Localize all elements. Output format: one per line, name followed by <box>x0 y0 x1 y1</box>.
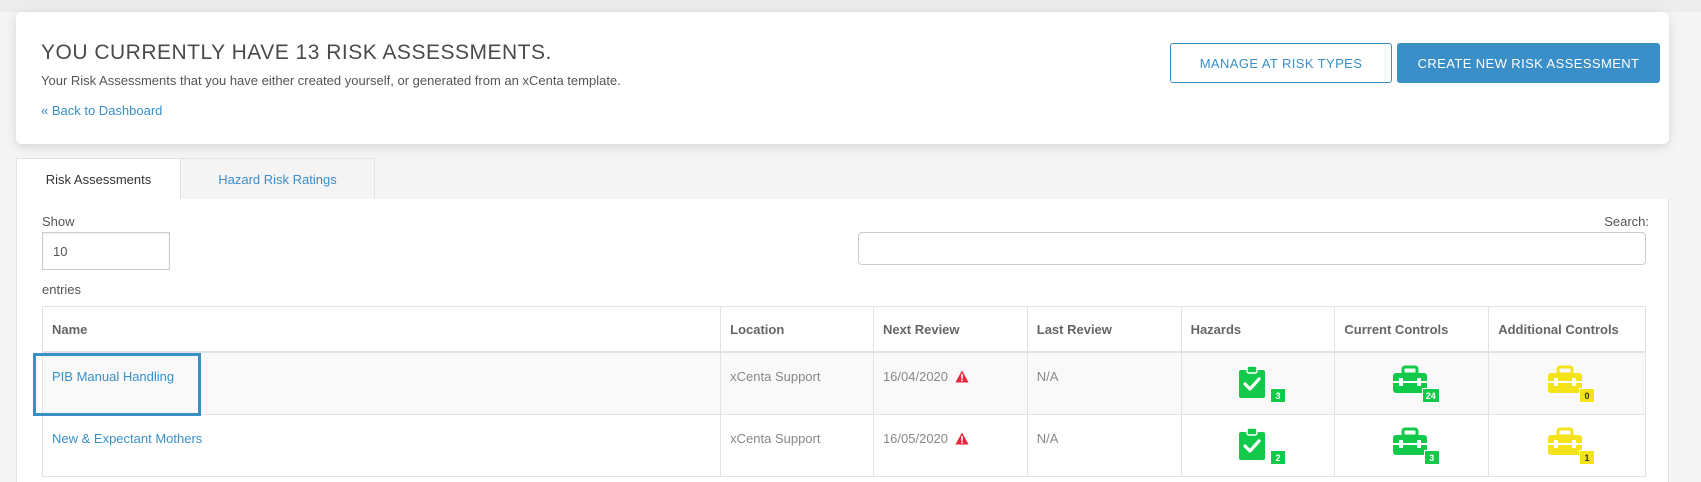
risk-assessment-link[interactable]: PIB Manual Handling <box>52 369 174 384</box>
table-row: New & Expectant Mothers xCenta Support 1… <box>43 415 1645 477</box>
show-label: Show <box>42 214 75 229</box>
additional-controls-indicator[interactable]: 1 <box>1539 427 1596 467</box>
toolbox-icon <box>1548 365 1583 393</box>
name-cell: PIB Manual Handling <box>43 353 722 414</box>
clipboard-check-icon <box>1238 427 1265 460</box>
risk-assessment-link[interactable]: New & Expectant Mothers <box>52 431 202 446</box>
additional-controls-cell: 1 <box>1489 415 1645 476</box>
warning-triangle-icon <box>955 432 969 448</box>
column-header-additional-controls[interactable]: Additional Controls <box>1489 307 1645 351</box>
current-controls-indicator[interactable]: 24 <box>1384 365 1440 405</box>
column-header-name[interactable]: Name <box>43 307 722 351</box>
next-review-cell: 16/05/2020 <box>874 415 1028 476</box>
header-card: YOU CURRENTLY HAVE 13 RISK ASSESSMENTS. … <box>16 12 1669 144</box>
manage-at-risk-types-button[interactable]: MANAGE AT RISK TYPES <box>1170 43 1392 83</box>
tab-risk-assessments[interactable]: Risk Assessments <box>16 158 181 200</box>
hazards-indicator[interactable]: 3 <box>1230 365 1286 405</box>
create-risk-assessment-button[interactable]: CREATE NEW RISK ASSESSMENT <box>1397 43 1660 83</box>
warning-triangle-icon <box>955 370 969 386</box>
risk-assessments-table: Name Location Next Review Last Review Ha… <box>42 306 1646 477</box>
location-cell: xCenta Support <box>721 415 874 476</box>
next-review-date: 16/05/2020 <box>882 431 949 446</box>
tab-hazard-risk-ratings[interactable]: Hazard Risk Ratings <box>181 158 375 200</box>
hazards-cell: 3 <box>1182 353 1336 414</box>
hazards-count-badge: 2 <box>1269 450 1286 465</box>
additional-controls-indicator[interactable]: 0 <box>1539 365 1596 405</box>
entries-per-page-select[interactable]: 10 <box>42 232 170 270</box>
last-review-cell: N/A <box>1028 353 1182 414</box>
last-review-cell: N/A <box>1028 415 1182 476</box>
table-row: PIB Manual Handling xCenta Support 16/04… <box>43 353 1645 415</box>
column-header-next-review[interactable]: Next Review <box>874 307 1028 351</box>
location-cell: xCenta Support <box>721 353 874 414</box>
page-title: YOU CURRENTLY HAVE 13 RISK ASSESSMENTS. <box>41 41 552 64</box>
current-controls-cell: 3 <box>1335 415 1490 476</box>
column-header-hazards[interactable]: Hazards <box>1182 307 1336 351</box>
entries-label: entries <box>42 282 82 297</box>
additional-controls-count-badge: 1 <box>1579 450 1596 465</box>
content-panel: Show 10 entries Search: Name Location Ne… <box>16 199 1669 482</box>
hazards-count-badge: 3 <box>1269 388 1286 403</box>
current-controls-indicator[interactable]: 3 <box>1384 427 1440 467</box>
table-header: Name Location Next Review Last Review Ha… <box>43 307 1645 353</box>
current-controls-count-badge: 3 <box>1423 450 1440 465</box>
toolbox-icon <box>1548 427 1583 455</box>
tabs-bar: Risk Assessments Hazard Risk Ratings <box>16 158 1669 200</box>
name-cell: New & Expectant Mothers <box>43 415 722 476</box>
column-header-location[interactable]: Location <box>721 307 874 351</box>
current-controls-cell: 24 <box>1335 353 1490 414</box>
page-subtitle: Your Risk Assessments that you have eith… <box>41 73 621 88</box>
hazards-cell: 2 <box>1182 415 1336 476</box>
column-header-last-review[interactable]: Last Review <box>1028 307 1182 351</box>
search-label: Search: <box>1604 214 1649 229</box>
back-to-dashboard-link[interactable]: « Back to Dashboard <box>41 103 162 118</box>
current-controls-count-badge: 24 <box>1421 388 1440 403</box>
additional-controls-count-badge: 0 <box>1579 388 1596 403</box>
column-header-current-controls[interactable]: Current Controls <box>1335 307 1490 351</box>
top-strip <box>0 0 1701 12</box>
additional-controls-cell: 0 <box>1489 353 1645 414</box>
search-input[interactable] <box>858 232 1646 265</box>
next-review-date: 16/04/2020 <box>882 369 949 384</box>
next-review-cell: 16/04/2020 <box>874 353 1028 414</box>
hazards-indicator[interactable]: 2 <box>1230 427 1286 467</box>
toolbox-icon <box>1392 427 1427 455</box>
clipboard-check-icon <box>1238 365 1265 398</box>
